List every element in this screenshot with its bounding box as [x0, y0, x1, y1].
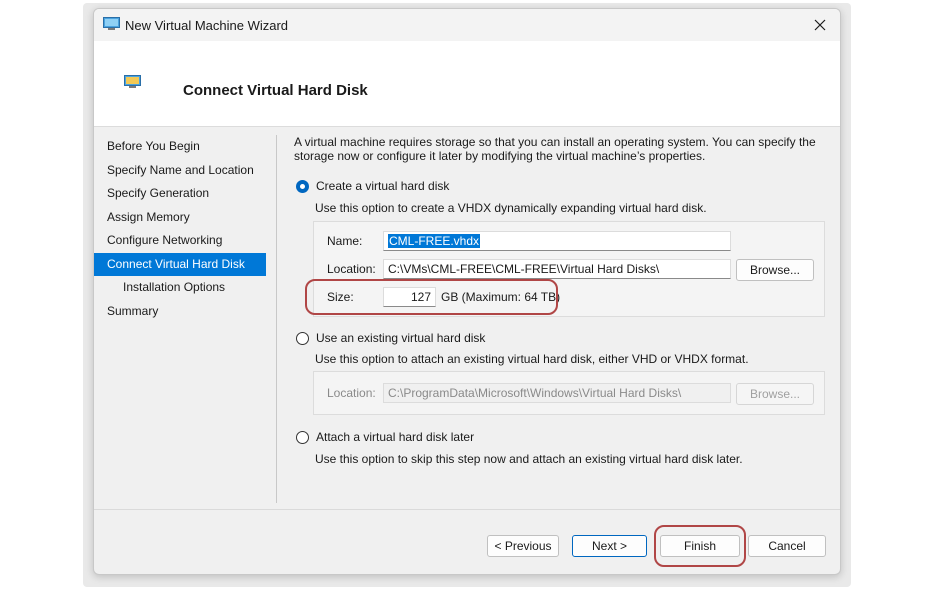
- nav-item-summary[interactable]: Summary: [94, 300, 266, 324]
- wizard-steps-nav: Before You Begin Specify Name and Locati…: [94, 135, 266, 323]
- wizard-window: New Virtual Machine Wizard Connect Virtu…: [93, 8, 841, 575]
- nav-item-installation-options[interactable]: Installation Options: [94, 276, 266, 300]
- radio-existing-vhd[interactable]: Use an existing virtual hard disk: [296, 331, 485, 345]
- location-field[interactable]: C:\VMs\CML-FREE\CML-FREE\Virtual Hard Di…: [383, 259, 731, 279]
- existing-location-label: Location:: [327, 386, 376, 400]
- attach-later-description: Use this option to skip this step now an…: [315, 452, 743, 466]
- nav-item-specify-generation[interactable]: Specify Generation: [94, 182, 266, 206]
- existing-browse-button[interactable]: Browse...: [736, 383, 814, 405]
- name-field[interactable]: CML-FREE.vhdx: [383, 231, 731, 251]
- name-field-value: CML-FREE.vhdx: [388, 234, 481, 248]
- create-vhd-description: Use this option to create a VHDX dynamic…: [315, 201, 707, 215]
- previous-button[interactable]: < Previous: [487, 535, 559, 557]
- radio-button-checked[interactable]: [296, 179, 309, 193]
- radio-existing-vhd-label: Use an existing virtual hard disk: [316, 331, 486, 345]
- intro-text: A virtual machine requires storage so th…: [294, 135, 816, 163]
- close-button[interactable]: [800, 9, 840, 41]
- window-title: New Virtual Machine Wizard: [125, 18, 289, 33]
- page-title: Connect Virtual Hard Disk: [183, 82, 368, 99]
- nav-item-assign-memory[interactable]: Assign Memory: [94, 206, 266, 230]
- content-panel: A virtual machine requires storage so th…: [294, 135, 824, 163]
- footer-divider: [94, 509, 840, 510]
- nav-item-connect-vhd[interactable]: Connect Virtual Hard Disk: [94, 252, 266, 276]
- radio-attach-later[interactable]: Attach a virtual hard disk later: [296, 430, 474, 444]
- wizard-header: Connect Virtual Hard Disk: [94, 41, 840, 127]
- location-label: Location:: [327, 262, 376, 276]
- virtual-machine-icon: [124, 75, 141, 88]
- existing-location-field[interactable]: C:\ProgramData\Microsoft\Windows\Virtual…: [383, 383, 731, 403]
- radio-button-unchecked[interactable]: [296, 430, 309, 444]
- nav-item-configure-networking[interactable]: Configure Networking: [94, 229, 266, 253]
- finish-highlight-annotation: [654, 525, 746, 567]
- nav-item-specify-name[interactable]: Specify Name and Location: [94, 159, 266, 183]
- nav-divider: [276, 135, 277, 503]
- radio-create-vhd[interactable]: Create a virtual hard disk: [296, 179, 449, 193]
- virtual-machine-icon: [103, 17, 120, 30]
- browse-button[interactable]: Browse...: [736, 259, 814, 281]
- title-bar: New Virtual Machine Wizard: [94, 9, 840, 41]
- radio-create-vhd-label: Create a virtual hard disk: [316, 179, 450, 193]
- next-button[interactable]: Next >: [572, 535, 647, 557]
- close-icon: [814, 19, 826, 31]
- size-highlight-annotation: [305, 279, 558, 315]
- nav-item-before-you-begin[interactable]: Before You Begin: [94, 135, 266, 159]
- radio-button-unchecked[interactable]: [296, 331, 309, 345]
- existing-vhd-description: Use this option to attach an existing vi…: [315, 352, 749, 366]
- radio-attach-later-label: Attach a virtual hard disk later: [316, 430, 475, 444]
- name-label: Name:: [327, 234, 363, 248]
- cancel-button[interactable]: Cancel: [748, 535, 826, 557]
